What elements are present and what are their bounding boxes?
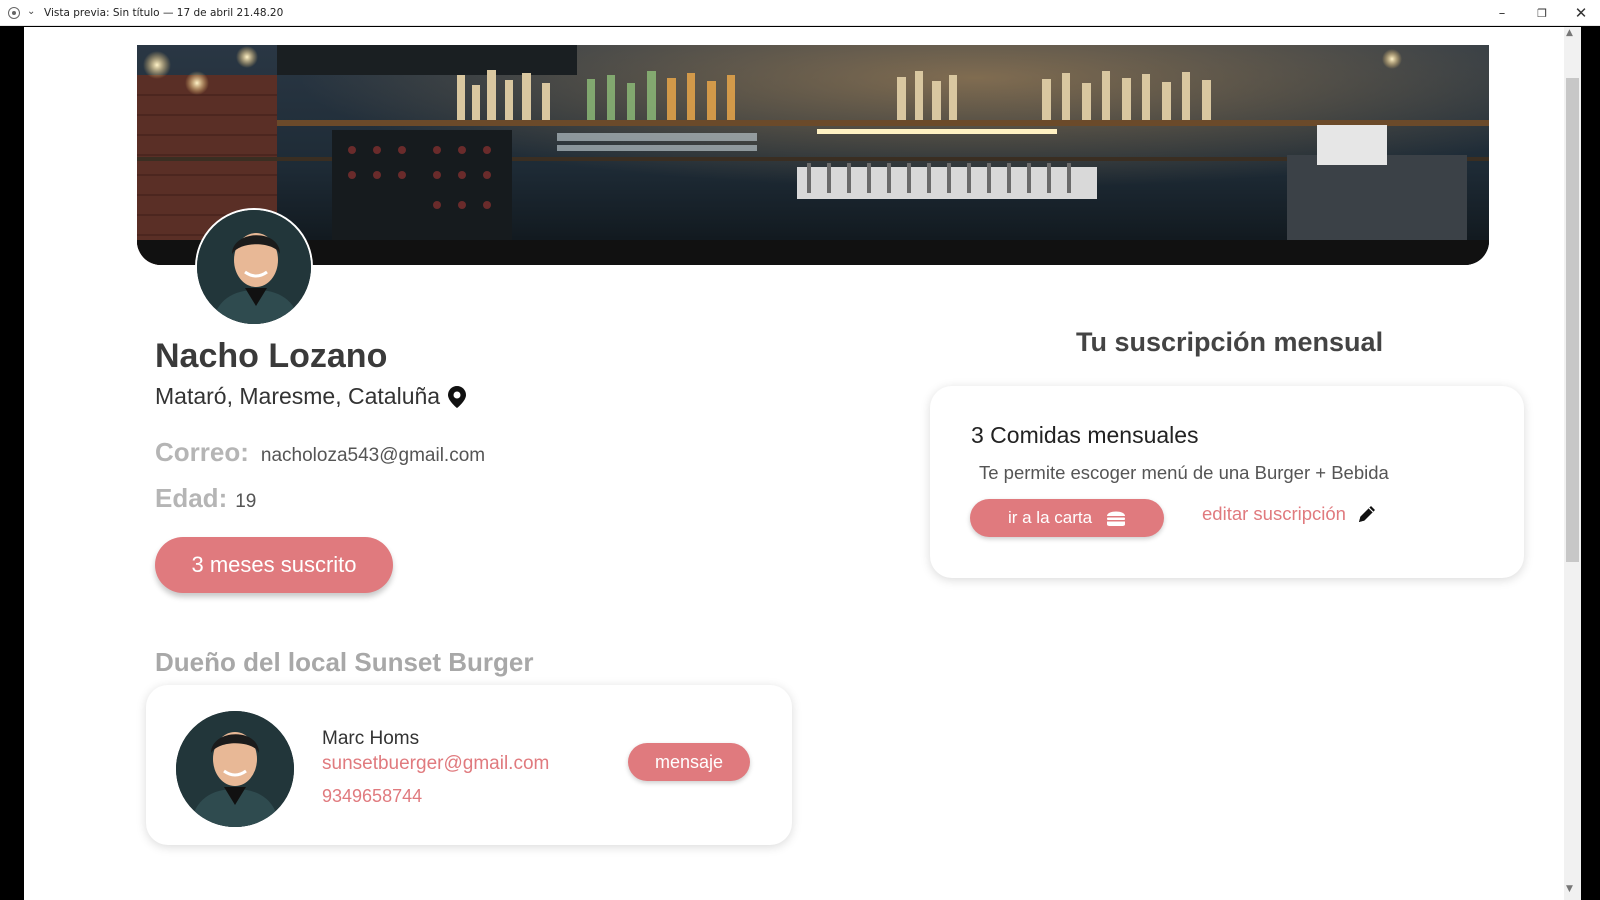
scroll-up-icon[interactable]: ▲ [1566,28,1573,38]
location-text: Mataró, Maresme, Cataluña [155,383,441,409]
email-value: nacholoza543@gmail.com [260,445,486,466]
plan-description: Te permite escoger menú de una Burger + … [979,462,1389,483]
scrollbar-thumb[interactable] [1566,78,1579,562]
record-icon[interactable] [8,7,20,19]
owner-avatar [176,711,294,827]
pencil-icon [1356,503,1378,525]
message-button[interactable]: mensaje [628,743,750,781]
owner-card: Marc Homs sunsetbuerger@gmail.com 934965… [146,685,792,845]
profile-avatar [195,208,313,326]
burger-icon [1106,509,1126,527]
scroll-down-icon[interactable]: ▼ [1566,884,1573,894]
window-title: Vista previa: Sin título — 17 de abril 2… [44,7,284,19]
subscription-card: 3 Comidas mensuales Te permite escoger m… [930,386,1524,578]
subscription-heading: Tu suscripción mensual [1076,327,1384,357]
age-value: 19 [235,491,257,512]
location-pin-icon [448,385,467,408]
email-label: Correo: [155,437,249,467]
window-titlebar: ⌄ Vista previa: Sin título — 17 de abril… [0,0,1600,26]
profile-location: Mataró, Maresme, Cataluña [155,383,467,410]
owner-heading: Dueño del local Sunset Burger [155,647,534,677]
edit-subscription-link[interactable]: editar suscripción [1202,503,1378,525]
owner-email-link[interactable]: sunsetbuerger@gmail.com [322,753,549,775]
plan-title: 3 Comidas mensuales [971,422,1199,448]
subscription-duration-button[interactable]: 3 meses suscrito [155,537,393,593]
page-viewport: Nacho Lozano Mataró, Maresme, Cataluña C… [24,27,1564,900]
maximize-button[interactable]: ❐ [1530,2,1554,24]
minimize-button[interactable]: – [1490,2,1514,24]
age-row: Edad: 19 [155,483,256,514]
close-button[interactable]: ✕ [1569,2,1593,24]
email-row: Correo: nacholoza543@gmail.com [155,437,485,468]
window-edge [1581,27,1600,900]
owner-name: Marc Homs [322,728,420,749]
go-to-menu-label: ir a la carta [1007,508,1093,527]
owner-phone-link[interactable]: 9349658744 [322,786,422,807]
chevron-down-icon[interactable]: ⌄ [27,6,35,17]
profile-name: Nacho Lozano [155,337,388,375]
go-to-menu-button[interactable]: ir a la carta [970,499,1164,537]
banner-image [137,45,1489,265]
edit-subscription-label: editar suscripción [1202,503,1346,524]
age-label: Edad: [155,483,228,513]
